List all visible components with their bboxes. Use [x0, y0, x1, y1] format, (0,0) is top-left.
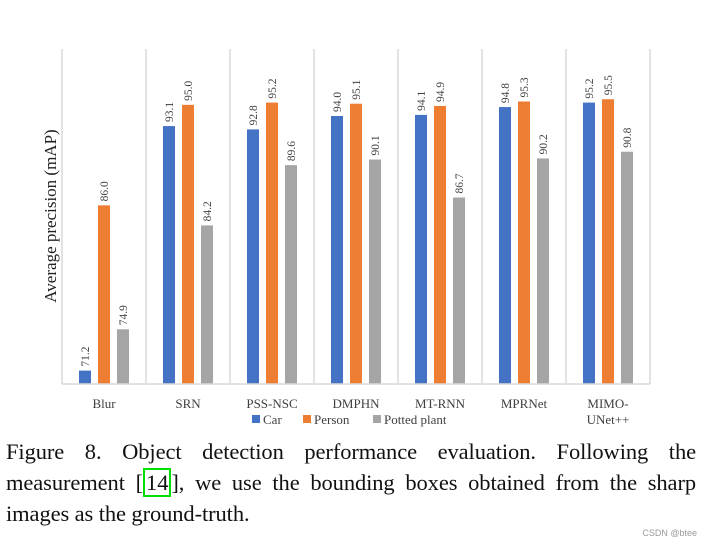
bar-car-mimo-unet — [583, 102, 595, 384]
x-tick-label: MT-RNN — [415, 396, 466, 411]
data-label: 90.2 — [538, 134, 550, 154]
legend-label-person: Person — [314, 412, 350, 427]
bar-person-srn — [182, 104, 194, 384]
bar-person-mt-rnn — [434, 105, 446, 384]
data-label: 94.8 — [500, 83, 512, 103]
data-label: 86.7 — [454, 173, 466, 193]
data-label: 95.2 — [584, 78, 596, 98]
bar-person-pss-nsc — [266, 102, 278, 384]
bar-potted-plant-mt-rnn — [453, 197, 465, 384]
data-label: 94.1 — [416, 91, 428, 111]
data-label: 95.1 — [351, 79, 363, 99]
y-axis-label: Average precision (mAP) — [41, 129, 60, 302]
x-tick-label: MIMO- — [587, 396, 628, 411]
bar-car-blur — [79, 370, 91, 384]
data-label: 86.0 — [99, 181, 111, 201]
bar-car-srn — [163, 126, 175, 385]
x-tick-label: PSS-NSC — [246, 396, 297, 411]
figure-caption: Figure 8. Object detection performance e… — [6, 436, 696, 529]
legend-label-car: Car — [263, 412, 282, 427]
bar-person-mimo-unet — [602, 99, 614, 384]
data-label: 94.0 — [332, 92, 344, 112]
x-tick-labels: Blur SRN PSS-NSC DMPHN MT-RNN MPRNet MIMO-UNet… — [92, 396, 629, 427]
bar-car-dmphn — [331, 116, 343, 384]
data-label: 95.5 — [603, 75, 615, 95]
data-label: 71.2 — [80, 346, 92, 366]
x-tick-label: MPRNet — [501, 396, 548, 411]
legend-label-potted-plant: Potted plant — [384, 412, 447, 427]
bar-potted-plant-pss-nsc — [285, 165, 297, 384]
bar-chart: 71.2 93.1 92.8 94.0 94.1 94.8 95.2 86.0 95.0 95.2… — [41, 49, 651, 427]
x-tick-label: SRN — [175, 396, 201, 411]
data-label: 93.1 — [164, 102, 176, 122]
x-tick-label: UNet++ — [587, 412, 630, 427]
legend-swatch-person — [303, 415, 311, 423]
x-tick-label: DMPHN — [333, 396, 381, 411]
bar-potted-plant-blur — [117, 329, 129, 384]
bar-car-mt-rnn — [415, 114, 427, 384]
legend-swatch-car — [252, 415, 260, 423]
data-label: 95.3 — [519, 77, 531, 97]
bar-potted-plant-mprnet — [537, 158, 549, 384]
data-label: 84.2 — [202, 201, 214, 221]
legend: Car Person Potted plant — [252, 412, 447, 427]
x-tick-label: Blur — [92, 396, 116, 411]
bar-potted-plant-dmphn — [369, 159, 381, 384]
data-label: 92.8 — [248, 105, 260, 125]
data-label: 94.9 — [435, 82, 447, 102]
bar-person-mprnet — [518, 101, 530, 384]
data-label: 90.1 — [370, 135, 382, 155]
bar-potted-plant-mimo-unet — [621, 151, 633, 384]
bar-person-dmphn — [350, 103, 362, 384]
watermark: CSDN @btee — [642, 528, 697, 538]
bar-potted-plant-srn — [201, 225, 213, 384]
data-label: 95.0 — [183, 80, 195, 100]
data-label: 74.9 — [118, 305, 130, 325]
bar-person-blur — [98, 205, 110, 384]
data-label: 89.6 — [286, 141, 298, 161]
bar-car-mprnet — [499, 107, 511, 385]
citation-link[interactable]: 14 — [143, 468, 172, 497]
bar-car-pss-nsc — [247, 129, 259, 384]
legend-swatch-potted-plant — [373, 415, 381, 423]
data-label: 95.2 — [267, 78, 279, 98]
data-label: 90.8 — [622, 127, 634, 147]
